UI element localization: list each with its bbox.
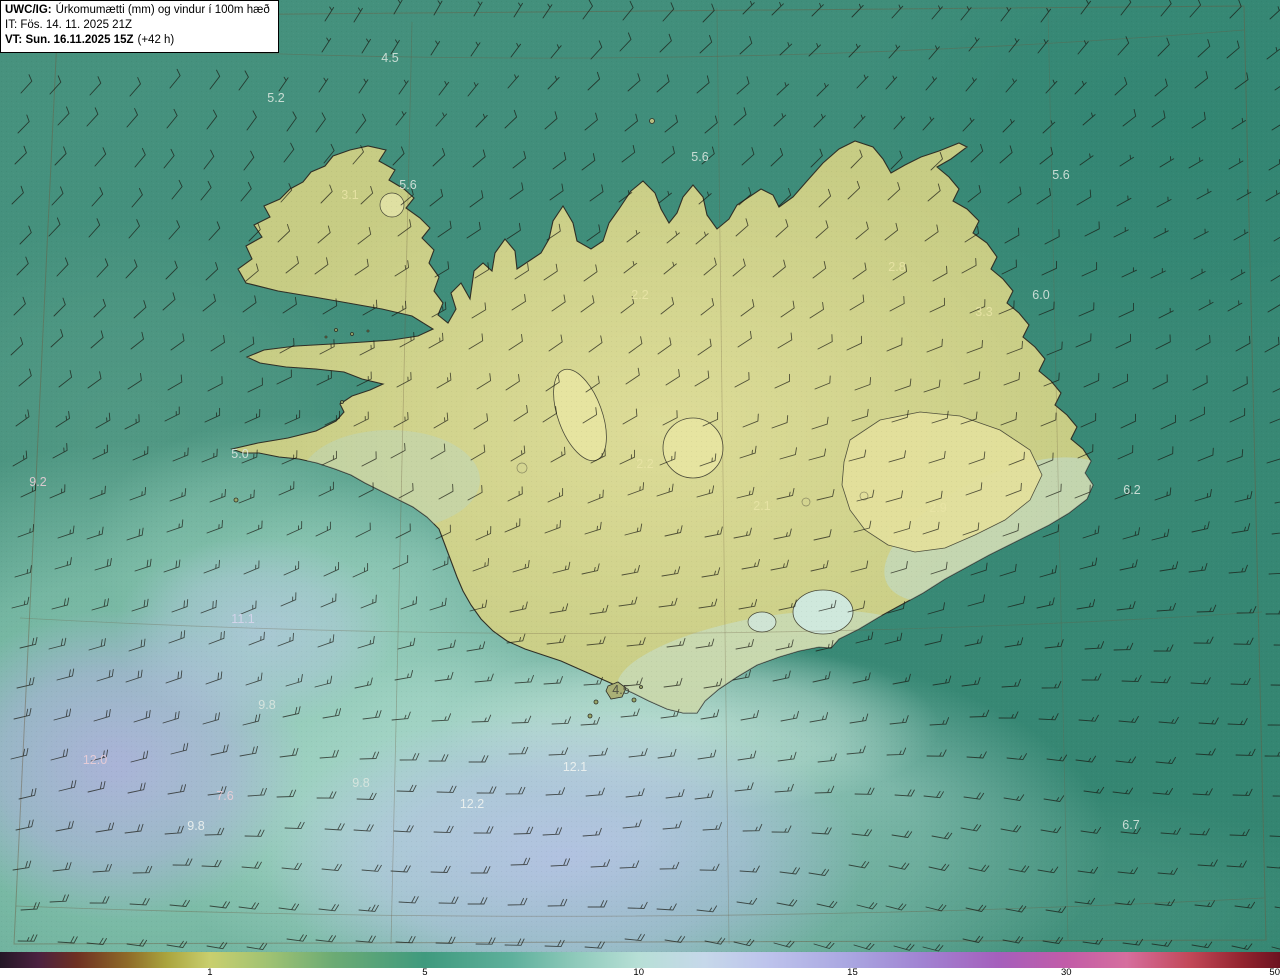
- colorbar-tick-label: 30: [1060, 967, 1072, 978]
- map-value-label: 9.2: [29, 475, 46, 489]
- map-value-label: 9.8: [258, 698, 275, 712]
- map-value-label: 2.1: [753, 499, 770, 513]
- map-value-label: 9.8: [352, 776, 369, 790]
- weather-map-viewer: 4.5 5.2 5.6 3.1 5.6 5.6 2.8 6.0 2.2 3.3 5.0 9.2 2.2 2…: [0, 0, 1280, 978]
- map-value-label: 3.3: [975, 305, 992, 319]
- map-value-label: 4.5: [381, 51, 398, 65]
- valid-time-line: VT: Sun. 16.11.2025 15Z (+42 h): [5, 33, 270, 48]
- map-value-label: 6.7: [1122, 818, 1139, 832]
- model-name: UWC/IG:: [5, 4, 52, 16]
- colorbar-tick-label: 5: [422, 967, 428, 978]
- title-line: UWC/IG: Úrkomumætti (mm) og vindur í 100m…: [5, 3, 270, 18]
- colorbar-gradient: [0, 952, 1280, 968]
- title-box: UWC/IG: Úrkomumætti (mm) og vindur í 100m…: [0, 0, 279, 53]
- map-value-label: 3.1: [341, 188, 358, 202]
- colorbar-tick-label: 10: [633, 967, 645, 978]
- map-value-label: 5.2: [267, 91, 284, 105]
- map-value-label: 4.5: [612, 683, 629, 697]
- map-value-label: 5.6: [1052, 168, 1069, 182]
- map-value-label: 2.2: [636, 457, 653, 471]
- map-canvas: 4.5 5.2 5.6 3.1 5.6 5.6 2.8 6.0 2.2 3.3 5.0 9.2 2.2 2…: [0, 0, 1280, 952]
- precipitation-colorbar: 1 5 10 15 30 50: [0, 952, 1280, 978]
- init-time: IT: Fös. 14. 11. 2025 21Z: [5, 19, 132, 32]
- map-value-label: 6.2: [1123, 483, 1140, 497]
- valid-time: VT: Sun. 16.11.2025 15Z: [5, 34, 134, 47]
- texture-overlay: [0, 0, 1280, 952]
- map-value-label: 12.1: [563, 760, 587, 774]
- product-name: Úrkomumætti (mm) og vindur í 100m hæð: [55, 4, 270, 16]
- map-value-label: 5.6: [691, 150, 708, 164]
- map-value-label: 2.2: [631, 288, 648, 302]
- map-value-label: 5.6: [399, 178, 416, 192]
- map-svg: 4.5 5.2 5.6 3.1 5.6 5.6 2.8 6.0 2.2 3.3 5.0 9.2 2.2 2…: [0, 0, 1280, 952]
- map-value-label: 2.9: [929, 501, 946, 515]
- valid-offset: (+42 h): [137, 34, 175, 47]
- map-value-label: 9.8: [187, 819, 204, 833]
- colorbar-tick-label: 1: [207, 967, 213, 978]
- colorbar-tick-label: 15: [847, 967, 858, 978]
- map-value-label: 7.6: [216, 789, 233, 803]
- map-value-label: 12.0: [83, 753, 107, 767]
- map-value-label: 11.1: [231, 612, 254, 626]
- map-value-label: 6.0: [1032, 288, 1049, 302]
- map-value-label: 12.2: [460, 797, 484, 811]
- colorbar-ticks: 1 5 10 15 30 50: [0, 967, 1280, 978]
- map-value-label: 2.8: [888, 260, 905, 274]
- map-value-label: 5.0: [231, 447, 248, 461]
- colorbar-tick-label: 50: [1269, 967, 1280, 978]
